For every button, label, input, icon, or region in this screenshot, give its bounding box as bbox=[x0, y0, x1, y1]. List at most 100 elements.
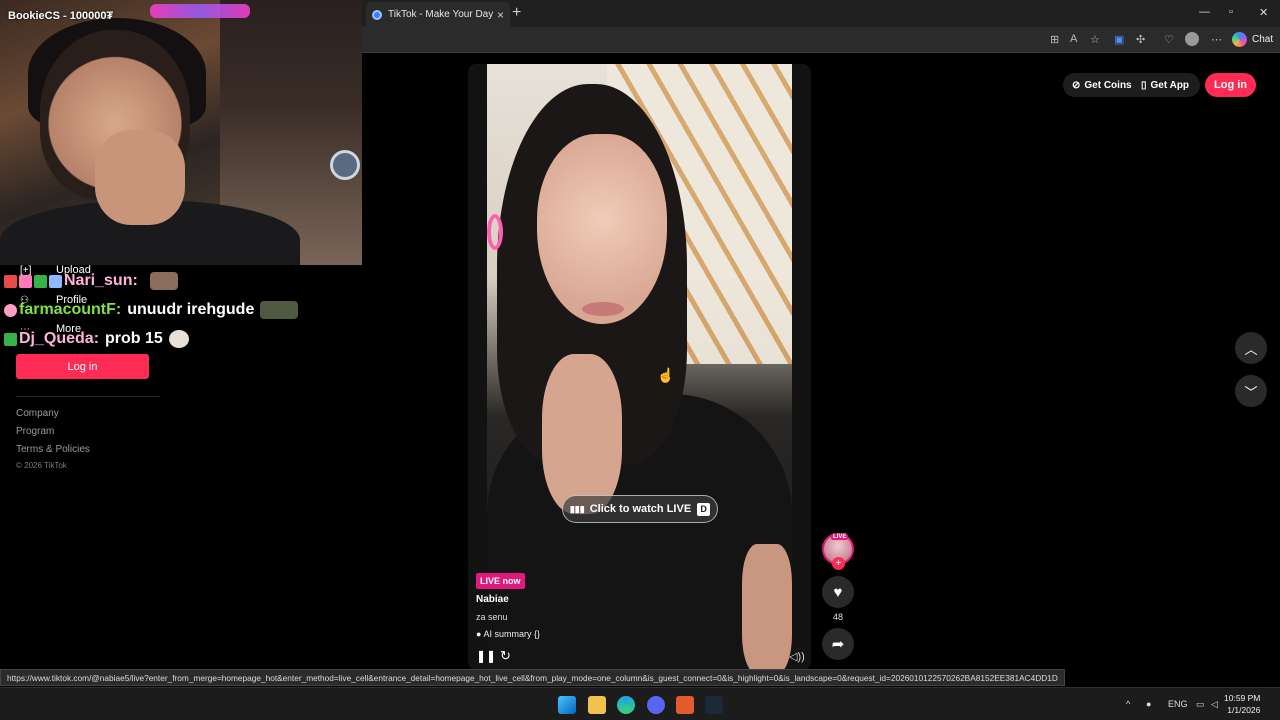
follow-plus-icon[interactable]: + bbox=[832, 557, 845, 570]
copyright: © 2026 TikTok bbox=[16, 461, 67, 470]
avatar-live-badge: LIVE bbox=[831, 534, 849, 540]
puzzle-extensions-icon[interactable]: ✣ bbox=[1136, 33, 1145, 46]
ai-summary[interactable]: ● AI summary {} bbox=[476, 629, 540, 639]
get-coins-label: Get Coins bbox=[1084, 79, 1132, 91]
neon-light bbox=[150, 4, 250, 18]
system-clock[interactable]: 10:59 PM 1/1/2026 bbox=[1224, 692, 1260, 716]
collections-icon[interactable]: ♡ bbox=[1164, 33, 1174, 46]
chat-badge-icon bbox=[4, 274, 17, 288]
window-restore-button[interactable]: ▫ bbox=[1229, 6, 1233, 18]
live-now-badge[interactable]: LIVE now bbox=[476, 573, 525, 589]
windows-taskbar: ^ ● ENG ▭ ◁ 10:59 PM 1/1/2026 bbox=[0, 687, 1280, 720]
sidebar-divider bbox=[16, 396, 160, 397]
get-app-label: Get App bbox=[1150, 79, 1190, 91]
footer-link-program[interactable]: Program bbox=[16, 426, 54, 437]
windows-start-icon[interactable] bbox=[558, 696, 576, 714]
pause-icon[interactable]: ❚❚ bbox=[476, 649, 496, 663]
clock-time: 10:59 PM bbox=[1224, 693, 1261, 703]
phone-icon: ▯ bbox=[1141, 79, 1147, 91]
copilot-chat-label[interactable]: Chat bbox=[1252, 34, 1273, 45]
get-app-button[interactable]: ▯ Get App bbox=[1141, 73, 1189, 97]
live-video-frame[interactable] bbox=[487, 64, 792, 670]
chat-username: Dj_Queda: bbox=[19, 330, 100, 347]
footer-link-company[interactable]: Company bbox=[16, 408, 59, 419]
volume-icon[interactable]: ◁)) bbox=[789, 650, 805, 663]
browser-tab[interactable]: TikTok - Make Your Day × bbox=[366, 2, 510, 27]
video-person-face bbox=[537, 134, 667, 324]
star-badge-icon bbox=[49, 274, 62, 288]
like-button[interactable]: ♥ bbox=[822, 576, 854, 608]
microphone-icon bbox=[330, 150, 360, 180]
chevron-down-icon: ﹀ bbox=[1244, 384, 1258, 400]
browser-toolbar: ⊞ A ☆ ▣ ✣ ♡ ⋯ Chat bbox=[362, 27, 1280, 53]
sidebar-login-button[interactable]: Log in bbox=[16, 354, 149, 379]
chat-text: prob 15 bbox=[105, 330, 163, 347]
tab-close-icon[interactable]: × bbox=[497, 8, 504, 22]
screen: TikTok - Make Your Day × + — ▫ ✕ ⊞ A ☆ ▣… bbox=[0, 0, 1280, 720]
ai-summary-tag: {} bbox=[533, 629, 540, 639]
tab-title: TikTok - Make Your Day bbox=[388, 9, 493, 20]
video-person-lips bbox=[582, 302, 624, 316]
streamer-webcam: BookieCS - 100000₮ bbox=[0, 0, 362, 265]
app-available-icon[interactable]: ⊞ bbox=[1050, 33, 1059, 46]
get-coins-button[interactable]: ⊘ Get Coins bbox=[1072, 73, 1132, 97]
signal-bars-icon: ▮▮▮ bbox=[569, 503, 585, 514]
steam-icon[interactable] bbox=[705, 696, 723, 714]
speaker-icon[interactable]: ◁ bbox=[1211, 699, 1218, 710]
window-minimize-button[interactable]: — bbox=[1199, 6, 1210, 18]
previous-video-button[interactable]: ︿ bbox=[1235, 332, 1267, 364]
streamer-hand bbox=[95, 130, 185, 225]
chat-message: Nari_sun: bbox=[4, 272, 178, 290]
header-login-button[interactable]: Log in bbox=[1205, 73, 1256, 97]
ai-summary-label: AI summary bbox=[483, 629, 532, 639]
more-menu-icon[interactable]: ⋯ bbox=[1211, 33, 1222, 46]
watch-live-shortcut-key: D bbox=[697, 502, 711, 516]
status-bar-url: https://www.tiktok.com/@nabiae5/live?ent… bbox=[0, 669, 1065, 686]
frog-emote-icon bbox=[260, 301, 299, 319]
sub-badge-icon bbox=[4, 332, 17, 346]
tray-chevron-up-icon[interactable]: ^ bbox=[1126, 699, 1130, 709]
new-tab-button[interactable]: + bbox=[512, 4, 521, 22]
file-explorer-icon[interactable] bbox=[588, 696, 606, 714]
coin-icon: ⊘ bbox=[1072, 79, 1081, 91]
video-description: za senu bbox=[476, 612, 508, 622]
share-button[interactable]: ➦ bbox=[822, 628, 854, 660]
profile-avatar-icon[interactable] bbox=[1185, 32, 1199, 46]
ai-summary-icon: ● bbox=[476, 629, 482, 639]
language-indicator[interactable]: ENG bbox=[1168, 699, 1188, 709]
video-author[interactable]: Nabiae bbox=[476, 594, 509, 605]
chat-username: farmacountF: bbox=[19, 301, 122, 318]
favorite-star-icon[interactable]: ☆ bbox=[1090, 33, 1100, 46]
cat-emote-icon bbox=[149, 272, 178, 290]
chevron-up-icon: ︿ bbox=[1244, 341, 1258, 357]
copilot-icon[interactable] bbox=[1232, 32, 1247, 47]
like-count: 48 bbox=[832, 612, 843, 622]
bunny-emote-icon bbox=[168, 330, 189, 348]
footer-link-terms[interactable]: Terms & Policies bbox=[16, 444, 90, 455]
app-icon[interactable] bbox=[676, 696, 694, 714]
discord-icon[interactable] bbox=[647, 696, 665, 714]
video-person-hand bbox=[542, 354, 622, 514]
extension-icon[interactable]: ▣ bbox=[1114, 33, 1124, 46]
chat-message: Dj_Queda: prob 15 bbox=[4, 330, 189, 348]
tiktok-favicon-icon bbox=[372, 9, 382, 20]
stream-overlay-label: BookieCS - 100000₮ bbox=[8, 10, 114, 22]
window-close-button[interactable]: ✕ bbox=[1259, 6, 1268, 19]
microphone-tray-icon[interactable]: ● bbox=[1146, 699, 1151, 709]
pink-sticker-icon bbox=[487, 214, 503, 250]
read-aloud-icon[interactable]: A bbox=[1070, 33, 1077, 45]
edge-browser-icon[interactable] bbox=[617, 696, 635, 714]
chat-username: Nari_sun: bbox=[64, 272, 138, 289]
chat-text: unuudr irehgude bbox=[127, 301, 255, 318]
next-video-button[interactable]: ﹀ bbox=[1235, 375, 1267, 407]
network-icon[interactable]: ▭ bbox=[1196, 699, 1205, 710]
watch-live-button[interactable]: ▮▮▮ Click to watch LIVE D bbox=[562, 495, 718, 523]
replay-icon[interactable]: ↻ bbox=[500, 648, 511, 664]
share-arrow-icon: ➦ bbox=[831, 636, 845, 653]
heart-badge-icon bbox=[19, 274, 32, 288]
chat-badge-icon bbox=[4, 303, 17, 317]
browser-titlebar: TikTok - Make Your Day × + — ▫ ✕ bbox=[362, 0, 1280, 27]
chat-message: farmacountF: unuudr irehgude bbox=[4, 301, 299, 319]
hand-cursor-icon: ☝ bbox=[657, 367, 675, 383]
watch-live-label: Click to watch LIVE bbox=[589, 503, 692, 515]
